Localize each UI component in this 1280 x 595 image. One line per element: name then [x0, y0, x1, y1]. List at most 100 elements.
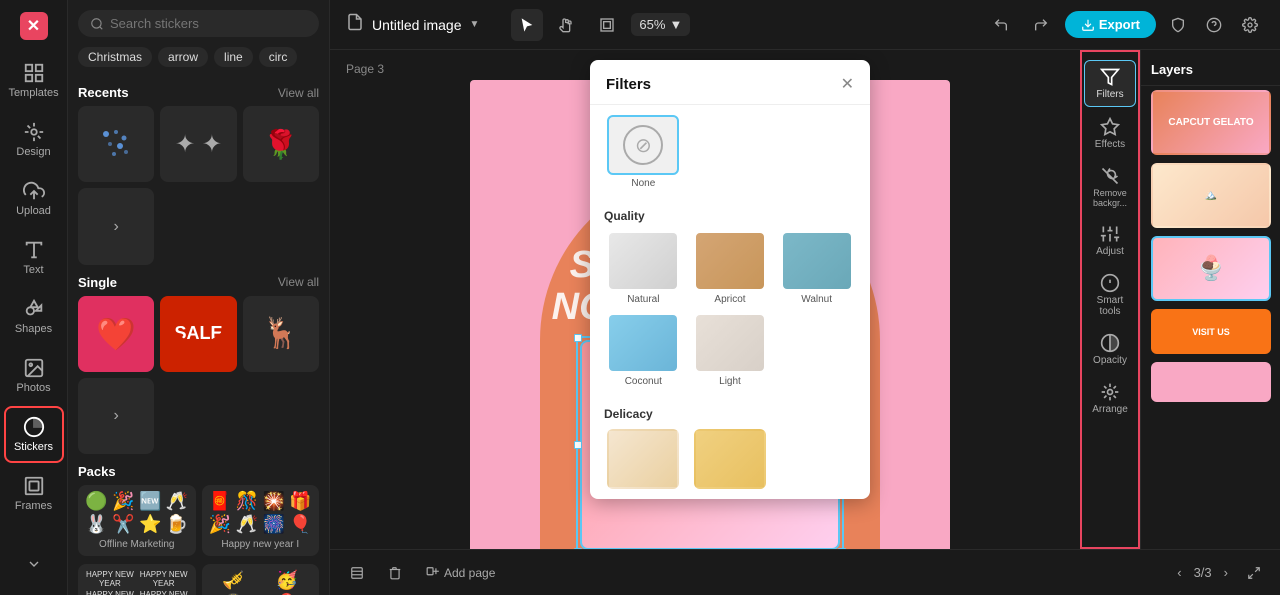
filters-close-btn[interactable]: ✕: [841, 74, 854, 94]
ny-text-1: HAPPY NEW YEAR: [84, 570, 136, 588]
fullscreen-btn[interactable]: [1240, 559, 1268, 587]
layout-btn[interactable]: [342, 562, 372, 584]
sidebar-item-stickers[interactable]: Stickers: [4, 406, 64, 463]
sidebar-item-upload-label: Upload: [16, 205, 51, 217]
sidebar-item-shapes[interactable]: Shapes: [4, 288, 64, 345]
right-tool-remove-bg[interactable]: Remove backgr...: [1084, 160, 1136, 214]
sidebar-item-templates[interactable]: Templates: [4, 52, 64, 109]
export-button[interactable]: Export: [1065, 11, 1156, 38]
settings-btn[interactable]: [1236, 11, 1264, 39]
right-tool-smart[interactable]: Smart tools: [1084, 267, 1136, 323]
app-logo: ✕: [20, 12, 48, 40]
sticker-content: Recents View all ✦ ✦ 🌹 ›: [68, 75, 329, 595]
title-dropdown-icon[interactable]: ▼: [470, 19, 480, 30]
pack-newyear-name: Happy new year I: [208, 539, 314, 550]
pack-ny-5: 🎉: [208, 514, 233, 535]
sidebar-item-upload[interactable]: Upload: [4, 170, 64, 227]
layer-item-2[interactable]: 🏔️: [1151, 163, 1271, 228]
filter-apricot-thumb: [694, 231, 766, 291]
ny-text-2: HAPPY NEW YEAR: [138, 570, 190, 588]
add-page-icon: [426, 566, 440, 580]
tag-christmas[interactable]: Christmas: [78, 47, 152, 67]
undo-btn[interactable]: [985, 9, 1017, 41]
pack-happy-new-year[interactable]: 🧧 🎊 🎇 🎁 🎉 🥂 🎆 🎈 Happy new year I: [202, 485, 320, 556]
tag-line[interactable]: line: [214, 47, 253, 67]
delete-btn[interactable]: [380, 562, 410, 584]
pack-offline-marketing[interactable]: 🟢 🎉 🆕 🥂 🐰 ✂️ ⭐ 🍺 Offline Marketing: [78, 485, 196, 556]
sidebar-item-design[interactable]: Design: [4, 111, 64, 168]
smart-tools-icon: [1100, 273, 1120, 293]
filter-delicacy-2[interactable]: [691, 429, 770, 489]
ny-text-4: HAPPY NEW YEAR: [138, 590, 190, 595]
right-tool-adjust[interactable]: Adjust: [1084, 218, 1136, 263]
filter-light-item[interactable]: Light: [691, 313, 770, 387]
filters-title: Filters: [606, 76, 651, 93]
party-2: 🥳: [261, 570, 313, 591]
filter-coconut-label: Coconut: [625, 376, 662, 387]
filter-delicacy-1[interactable]: [604, 429, 683, 489]
help-btn[interactable]: [1200, 11, 1228, 39]
select-tool-btn[interactable]: [511, 9, 543, 41]
sticker-sale[interactable]: SALE: [160, 296, 236, 372]
right-tool-opacity[interactable]: Opacity: [1084, 327, 1136, 372]
search-input[interactable]: [110, 16, 307, 31]
search-icon: [90, 17, 104, 31]
sidebar-item-photos[interactable]: Photos: [4, 347, 64, 404]
next-page-btn[interactable]: ›: [1220, 561, 1232, 584]
right-tool-arrange[interactable]: Arrange: [1084, 376, 1136, 421]
prev-page-btn[interactable]: ‹: [1173, 561, 1185, 584]
export-icon: [1081, 18, 1095, 32]
frame-tool-btn[interactable]: [591, 9, 623, 41]
filter-none-item[interactable]: ⊘ None: [604, 115, 683, 189]
sticker-heart[interactable]: ❤️: [78, 296, 154, 372]
search-bar[interactable]: [78, 10, 319, 37]
filter-light-label: Light: [719, 376, 741, 387]
layer-item-5[interactable]: [1151, 362, 1271, 402]
right-tool-filters[interactable]: Filters: [1084, 60, 1136, 107]
single-view-all[interactable]: View all: [278, 275, 319, 289]
shapes-icon: [23, 298, 45, 320]
tag-arrow[interactable]: arrow: [158, 47, 208, 67]
pack-ny-1: 🧧: [208, 491, 233, 512]
filter-walnut-item[interactable]: Walnut: [777, 231, 856, 305]
layer-item-4[interactable]: VISIT US: [1151, 309, 1271, 354]
pack-ny-2: 🎊: [234, 491, 259, 512]
logo-area[interactable]: ✕: [16, 8, 52, 44]
right-tool-effects-label: Effects: [1095, 139, 1125, 150]
filter-light-thumb: [694, 313, 766, 373]
toolbar-left: Untitled image ▼: [346, 13, 479, 36]
tag-circ[interactable]: circ: [259, 47, 298, 67]
zoom-control[interactable]: 65% ▼: [631, 13, 690, 36]
sticker-cell-stars[interactable]: ✦ ✦: [160, 106, 236, 182]
sticker-reindeer[interactable]: 🦌: [243, 296, 319, 372]
delicacy-1-thumb: [607, 429, 679, 489]
sidebar-item-design-label: Design: [16, 146, 50, 158]
filter-coconut-item[interactable]: Coconut: [604, 313, 683, 387]
recents-view-all[interactable]: View all: [278, 86, 319, 100]
sticker-single-next-btn[interactable]: ›: [78, 378, 154, 454]
redo-btn[interactable]: [1025, 9, 1057, 41]
layer-item-1[interactable]: CAPCUT GELATO: [1151, 90, 1271, 155]
sidebar-item-more[interactable]: [4, 546, 64, 585]
pack-ny-text[interactable]: HAPPY NEW YEAR HAPPY NEW YEAR HAPPY NEW …: [78, 564, 196, 595]
main-area: Untitled image ▼ 65% ▼: [330, 0, 1280, 595]
recents-title: Recents: [78, 85, 129, 100]
sticker-next-btn[interactable]: ›: [78, 188, 154, 264]
filter-natural-item[interactable]: Natural: [604, 231, 683, 305]
pack-sticker-6: ✂️: [111, 514, 136, 535]
pack-party[interactable]: 🎺 🥳 🎂 🎈: [202, 564, 320, 595]
shield-btn[interactable]: [1164, 11, 1192, 39]
hand-tool-btn[interactable]: [551, 9, 583, 41]
right-tool-effects[interactable]: Effects: [1084, 111, 1136, 156]
text-icon: [23, 239, 45, 261]
add-page-btn[interactable]: Add page: [418, 562, 503, 584]
layers-header: Layers: [1141, 50, 1280, 86]
sticker-cell-dots[interactable]: [78, 106, 154, 182]
pack-sticker-2: 🎉: [111, 491, 136, 512]
single-title: Single: [78, 275, 117, 290]
filter-apricot-item[interactable]: Apricot: [691, 231, 770, 305]
layer-item-3[interactable]: 🍨: [1151, 236, 1271, 301]
sidebar-item-frames[interactable]: Frames: [4, 465, 64, 522]
sticker-cell-flower[interactable]: 🌹: [243, 106, 319, 182]
sidebar-item-text[interactable]: Text: [4, 229, 64, 286]
